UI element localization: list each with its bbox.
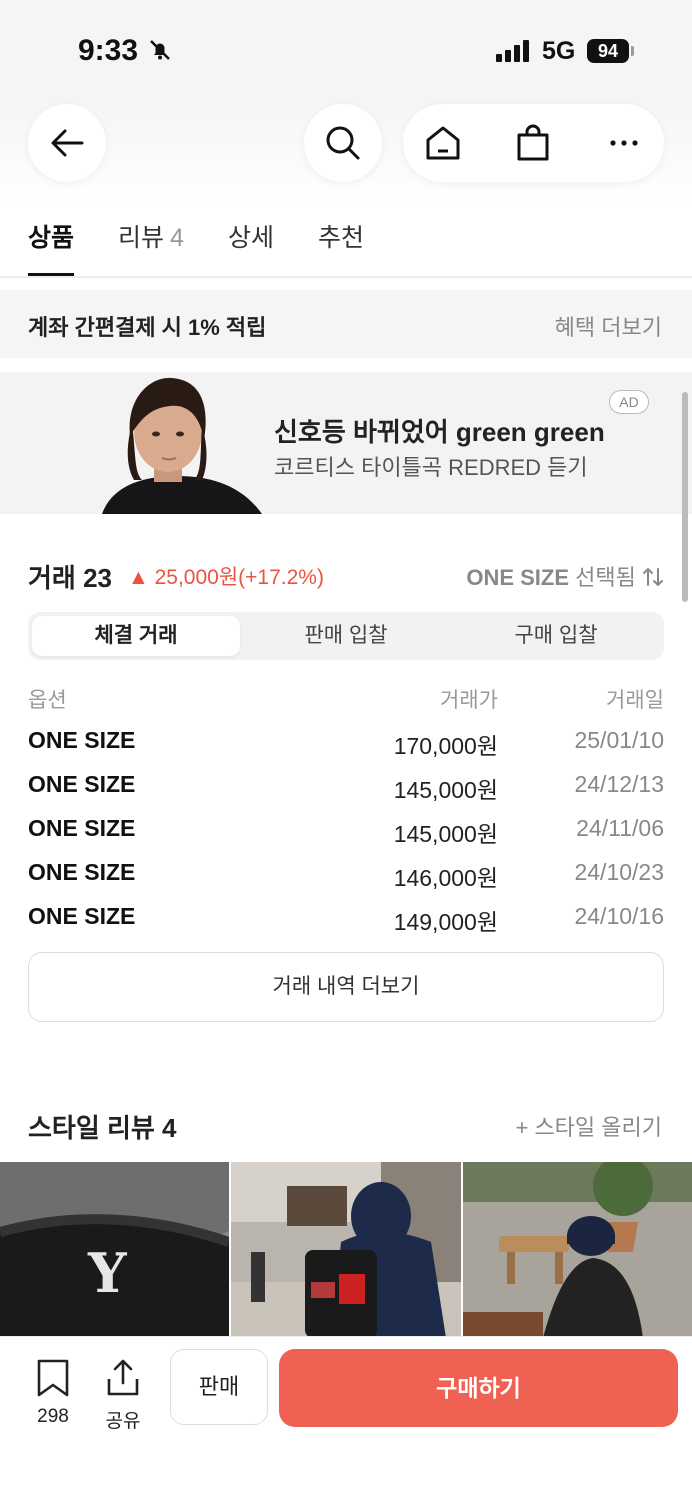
- row-price: 145,000원: [393, 821, 498, 847]
- selected-size: ONE SIZE: [466, 565, 570, 590]
- row-option: ONE SIZE: [28, 771, 136, 797]
- style-review-photo-1[interactable]: Y: [0, 1162, 229, 1338]
- upload-style-link[interactable]: + 스타일 올리기: [515, 1110, 662, 1142]
- row-date: 24/10/16: [574, 903, 664, 929]
- style-review-photo-3[interactable]: [463, 1162, 692, 1338]
- row-date: 24/12/13: [574, 771, 664, 797]
- top-navigation: 상품 리뷰 4 상세 추천: [0, 100, 692, 276]
- status-bar: 9:33 5G 94: [0, 0, 692, 100]
- col-date: 거래일: [606, 689, 664, 712]
- row-price: 145,000원: [393, 777, 498, 803]
- table-row: ONE SIZE 145,000원 24/12/13: [28, 771, 664, 811]
- home-button[interactable]: [423, 123, 463, 163]
- network-label: 5G: [542, 37, 576, 65]
- tab-product[interactable]: 상품: [28, 218, 75, 276]
- row-price: 170,000원: [393, 733, 498, 759]
- product-tabs: 상품 리뷰 4 상세 추천: [28, 218, 408, 276]
- tab-detail-label: 상세: [227, 224, 274, 252]
- signal-icon: [496, 40, 532, 67]
- bookmark-button[interactable]: 298: [28, 1359, 78, 1428]
- sell-button[interactable]: 판매: [170, 1349, 268, 1425]
- bottom-action-bar: 298 공유 판매 구매하기: [0, 1336, 692, 1500]
- ad-badge: AD: [609, 390, 649, 414]
- style-review-title: 스타일 리뷰 4: [28, 1113, 177, 1143]
- share-label: 공유: [105, 1411, 141, 1432]
- svg-text:Y: Y: [87, 1241, 128, 1305]
- tab-review-label: 리뷰: [118, 224, 165, 252]
- bookmark-icon: [37, 1359, 69, 1397]
- table-row: ONE SIZE 149,000원 24/10/16: [28, 903, 664, 943]
- segment-buy-bids[interactable]: 구매 입찰: [452, 616, 660, 656]
- tab-divider: [0, 276, 692, 278]
- ad-banner[interactable]: 신호등 바뀌었어 green green 코르티스 타이틀곡 REDRED 듣기…: [0, 372, 692, 514]
- cart-button[interactable]: [513, 123, 553, 163]
- col-price: 거래가: [440, 689, 498, 712]
- table-row: ONE SIZE 145,000원 24/11/06: [28, 815, 664, 855]
- search-icon: [326, 126, 360, 160]
- ad-subtitle: 코르티스 타이틀곡 REDRED 듣기: [274, 455, 588, 480]
- segment-sell-bids[interactable]: 판매 입찰: [242, 616, 450, 656]
- style-review-photo-2[interactable]: [231, 1162, 461, 1338]
- segment-completed-trades[interactable]: 체결 거래: [32, 616, 240, 656]
- row-date: 25/01/10: [574, 727, 664, 753]
- col-option: 옵션: [28, 689, 67, 712]
- tab-review-count: 4: [170, 224, 184, 252]
- scrollbar[interactable]: [682, 392, 688, 602]
- battery-icon: 94: [587, 39, 629, 63]
- row-date: 24/10/23: [574, 859, 664, 885]
- row-option: ONE SIZE: [28, 727, 136, 753]
- table-row: ONE SIZE 146,000원 24/10/23: [28, 859, 664, 899]
- benefit-text: 계좌 간편결제 시 1% 적립: [28, 315, 267, 340]
- tab-recommend[interactable]: 추천: [318, 218, 364, 276]
- home-icon: [426, 126, 460, 160]
- ad-title: 신호등 바뀌었어 green green: [274, 417, 605, 447]
- search-button[interactable]: [304, 104, 382, 182]
- more-button[interactable]: [604, 123, 644, 163]
- trade-count-title: 거래 23: [28, 563, 112, 593]
- shopping-bag-icon: [517, 124, 549, 161]
- share-button[interactable]: 공유: [98, 1359, 148, 1433]
- row-price: 146,000원: [393, 865, 498, 891]
- row-option: ONE SIZE: [28, 903, 136, 929]
- row-price: 149,000원: [393, 909, 498, 935]
- tab-product-label: 상품: [28, 224, 75, 252]
- share-icon: [107, 1359, 139, 1396]
- tab-detail[interactable]: 상세: [228, 218, 274, 276]
- trade-type-segmented-control: 체결 거래 판매 입찰 구매 입찰: [28, 612, 664, 660]
- nav-action-group: [403, 104, 664, 182]
- benefit-banner[interactable]: 계좌 간편결제 시 1% 적립 혜택 더보기: [0, 290, 692, 358]
- row-option: ONE SIZE: [28, 815, 136, 841]
- back-arrow-icon: [51, 129, 84, 157]
- benefit-more-link[interactable]: 혜택 더보기: [555, 310, 662, 342]
- row-option: ONE SIZE: [28, 859, 136, 885]
- buy-button[interactable]: 구매하기: [279, 1349, 678, 1427]
- status-time: 9:33: [78, 34, 139, 67]
- selected-suffix: 선택됨: [575, 565, 636, 590]
- sort-arrows-icon: [643, 568, 663, 586]
- tab-recommend-label: 추천: [317, 224, 364, 252]
- bell-muted-icon: [148, 38, 172, 67]
- size-selector[interactable]: ONE SIZE 선택됨: [466, 560, 664, 592]
- trade-history-more-button[interactable]: 거래 내역 더보기: [28, 952, 664, 1022]
- more-dots-icon: [610, 140, 638, 146]
- price-change: ▲ 25,000원(+17.2%): [128, 566, 324, 589]
- tab-review[interactable]: 리뷰 4: [118, 218, 184, 276]
- ad-portrait-image: [92, 376, 262, 514]
- bookmark-count: 298: [37, 1406, 69, 1427]
- row-date: 24/11/06: [576, 815, 664, 841]
- table-row: ONE SIZE 170,000원 25/01/10: [28, 727, 664, 767]
- trade-header: 거래 23 ▲ 25,000원(+17.2%) ONE SIZE 선택됨: [28, 556, 664, 593]
- back-button[interactable]: [28, 104, 106, 182]
